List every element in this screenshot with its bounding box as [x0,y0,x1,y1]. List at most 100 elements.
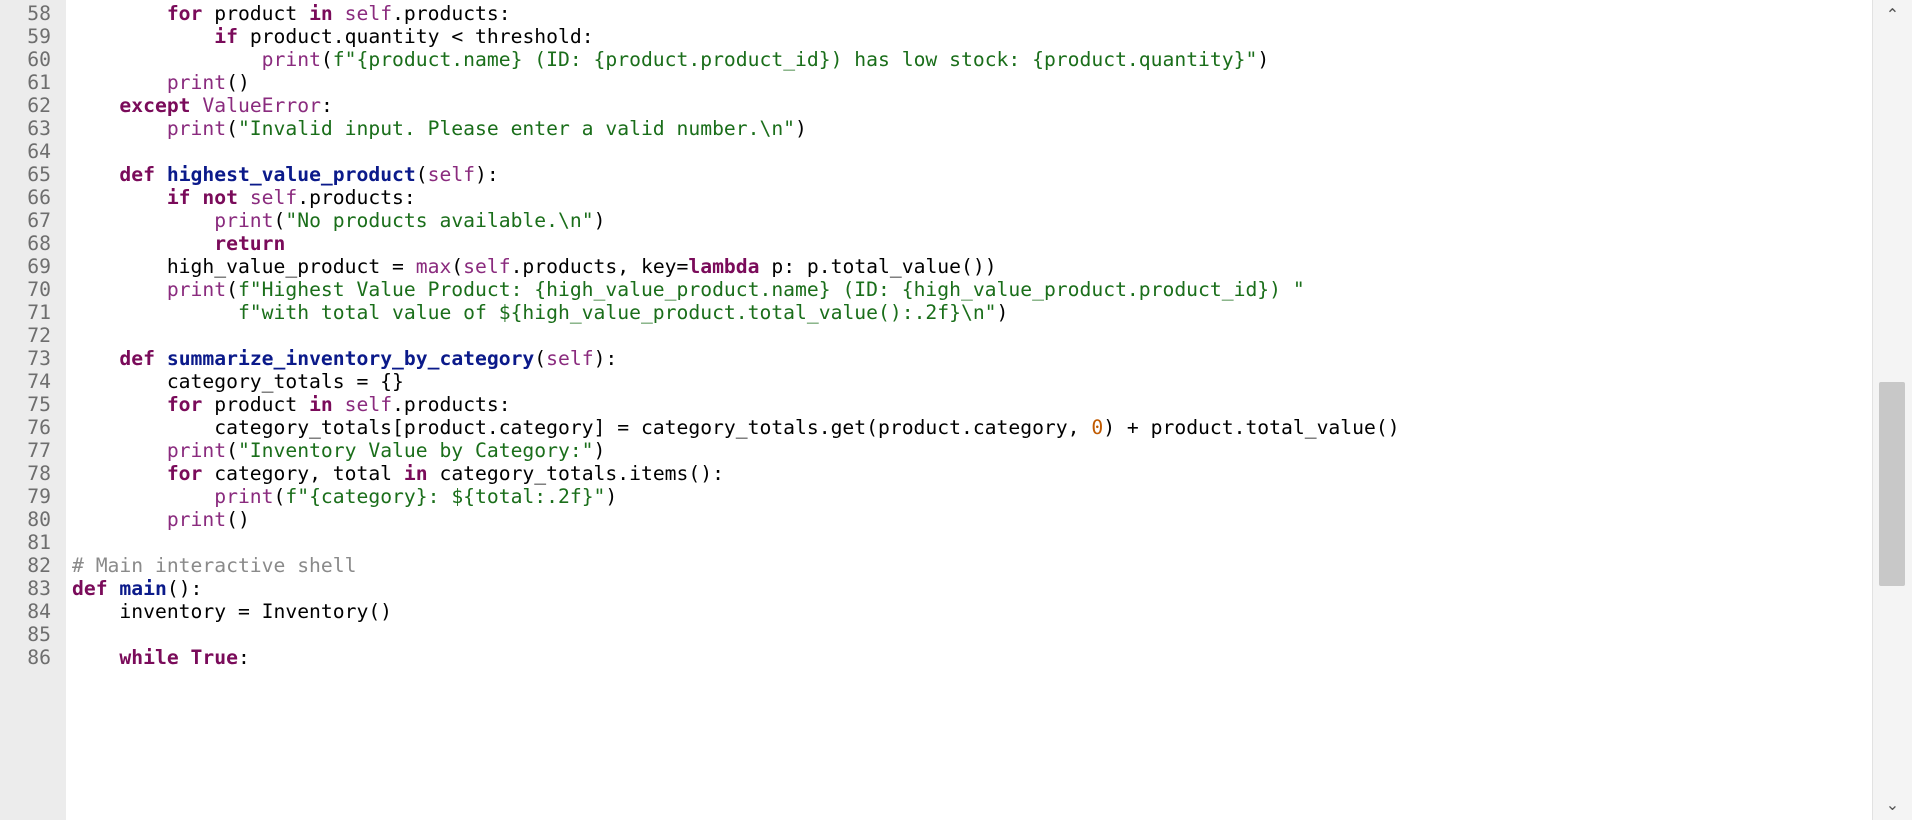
code-line[interactable]: while True: [72,644,250,672]
chevron-down-icon[interactable]: ⌄ [1873,790,1912,820]
code-token-string: f"{product.name} (ID: {product.product_i… [332,48,1258,71]
code-token-funcdef: highest_value_product [166,163,416,186]
code-token-funcdef: summarize_inventory_by_category [166,347,535,370]
code-token-funcdef: main [119,577,167,600]
code-token-keyword: except [119,94,191,117]
code-token-self: self [344,2,393,25]
code-token-keyword: if [214,25,238,48]
code-token-plain: ): [475,163,499,186]
code-token-keyword: True [190,646,238,669]
code-token-plain: .products: [297,186,416,209]
code-token-plain: .products: [392,2,511,25]
code-token-keyword: while [119,646,179,669]
code-token-keyword: if not [166,186,238,209]
code-line[interactable]: print(f"{product.name} (ID: {product.pro… [72,46,1270,74]
code-token-string: f"{category}: ${total:.2f}" [285,485,606,508]
code-token-plain: ( [273,209,286,232]
code-token-self: self [427,163,476,186]
code-token-plain: ( [534,347,547,370]
code-token-self: self [463,255,511,278]
code-token-builtin: max [415,255,452,278]
code-token-keyword: for [166,2,203,25]
code-token-builtin: print [166,439,227,462]
code-token-keyword: in [403,462,428,485]
code-token-plain: : [237,646,250,669]
code-line[interactable]: f"with total value of ${high_value_produ… [72,299,1008,327]
code-token-plain: ) + product.total_value() [1103,416,1400,439]
code-token-plain: category_totals = {} [72,370,404,393]
code-token-plain: product.quantity < threshold: [237,25,594,48]
code-token-plain: ( [226,117,238,140]
code-token-keyword: def [72,577,108,600]
code-line[interactable]: inventory = Inventory() [72,598,392,626]
code-token-builtin: print [166,508,227,531]
code-token-plain: .products, key= [510,255,689,278]
code-editor[interactable]: 58 59 60 61 62 63 64 65 66 67 68 69 70 71 72 73 74 75 76 77… [0,0,1912,820]
code-token-plain: high_value_product = [72,255,416,278]
code-token-builtin: print [214,209,274,232]
chevron-up-icon[interactable]: ⌃ [1873,0,1912,30]
code-token-keyword: for [166,462,203,485]
code-token-builtin: print [261,48,321,71]
code-token-builtin: print [166,117,227,140]
vertical-scrollbar[interactable]: ⌃ ⌄ [1872,0,1912,820]
code-token-comment: # Main interactive shell [72,554,357,577]
code-token-keyword: def [119,163,155,186]
code-token-string: "No products available.\n" [285,209,594,232]
code-token-self: self [546,347,594,370]
code-token-keyword: lambda [688,255,760,278]
code-token-plain: ( [320,48,333,71]
code-token-keyword: in [309,393,333,416]
code-token-string: f"with total value of ${high_value_produ… [237,301,997,324]
code-token-plain: product [202,2,310,25]
code-token-plain: ) [1257,48,1270,71]
code-token-keyword: def [119,347,155,370]
code-token-plain: (): [166,577,203,600]
code-token-string: "Inventory Value by Category:" [237,439,594,462]
code-token-plain: ) [593,209,606,232]
code-token-plain: ( [273,485,286,508]
code-token-plain: category, total [202,462,404,485]
code-token-keyword: in [309,2,333,25]
code-token-plain: ( [226,439,238,462]
code-token-exception: ValueError [202,94,321,117]
code-token-plain: : [320,94,333,117]
scrollbar-thumb[interactable] [1879,382,1905,586]
code-line[interactable]: print() [72,506,250,534]
code-token-builtin: print [214,485,274,508]
code-token-self: self [249,186,298,209]
code-token-builtin: print [166,278,227,301]
code-line[interactable]: print("Invalid input. Please enter a val… [72,115,807,143]
code-token-plain: () [226,71,250,94]
code-area[interactable]: for product in self.products: if product… [66,0,1872,820]
code-token-plain: ): [593,347,618,370]
code-token-plain: category_totals[product.category] = cate… [72,416,1092,439]
code-token-plain: ) [996,301,1009,324]
code-token-keyword: for [166,393,203,416]
code-token-plain: ( [226,278,238,301]
code-token-plain: .products: [392,393,511,416]
code-token-builtin: print [166,71,227,94]
code-token-plain: inventory = Inventory() [72,600,393,623]
